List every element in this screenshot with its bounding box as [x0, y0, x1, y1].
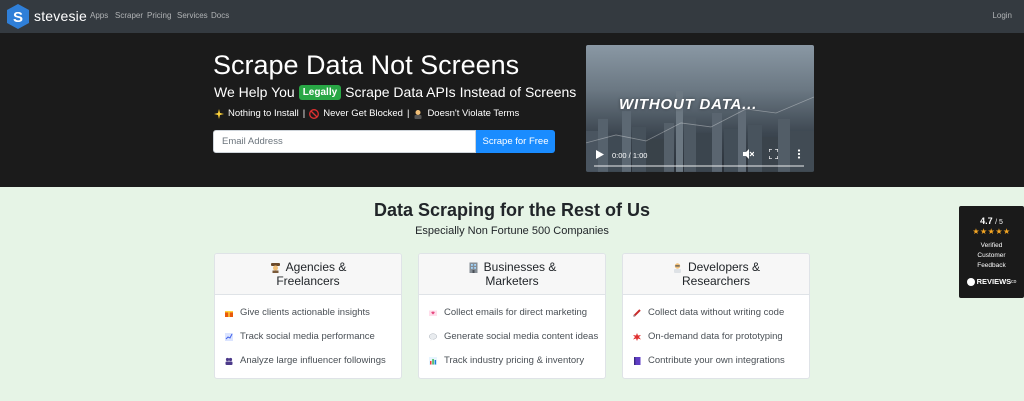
video-time: 0:00 / 1:00 [612, 151, 648, 160]
list-item: Analyze large influencer followings [225, 355, 386, 366]
card-businesses: Businesses & Marketers Collect emails fo… [418, 253, 606, 379]
navbar: S stevesie Apps Scraper Pricing Services… [0, 0, 1024, 33]
video-overlay-text: WITHOUT DATA... [619, 96, 758, 113]
judge-icon [414, 109, 422, 119]
reviews-widget[interactable]: 4.7 / 5 ★★★★★ Verified Customer Feedback… [959, 206, 1024, 298]
list-item: Collect data without writing code [633, 307, 784, 318]
office-building-icon [469, 262, 478, 273]
hero-subtitle-before: We Help You [214, 84, 295, 100]
legally-badge: Legally [298, 84, 342, 100]
nav-link-scraper[interactable]: Scraper [115, 11, 143, 20]
card-header-line1: Agencies & [285, 260, 347, 274]
card-header: Agencies & Freelancers [215, 254, 401, 295]
fullscreen-icon[interactable] [769, 149, 778, 159]
list-item-text: On-demand data for prototyping [648, 331, 783, 342]
nav-link-pricing[interactable]: Pricing [147, 11, 171, 20]
list-item: Collect emails for direct marketing [429, 307, 587, 318]
verified-line1: Verified [980, 242, 1003, 249]
brand-name[interactable]: stevesie [34, 8, 87, 24]
card-header-line2: Marketers [485, 274, 539, 288]
syringe-icon [633, 308, 641, 317]
notebook-icon [634, 356, 641, 365]
feature-separator: | [406, 108, 410, 119]
stevesie-logo-icon[interactable]: S [7, 4, 29, 29]
hero-subtitle: We Help You Legally Scrape Data APIs Ins… [214, 84, 576, 100]
reviews-logo-icon [966, 277, 975, 286]
list-item-text: Track social media performance [240, 331, 375, 342]
list-item-text: Collect emails for direct marketing [444, 307, 588, 318]
feature-nothing-to-install: Nothing to Install [228, 108, 299, 119]
video-progress-bar[interactable] [594, 165, 804, 167]
detective-icon [270, 262, 280, 273]
hero-title: Scrape Data Not Screens [213, 50, 520, 80]
list-item: On-demand data for prototyping [633, 331, 783, 342]
hero-subtitle-after: Scrape Data APIs Instead of Screens [345, 84, 577, 100]
svg-text:S: S [13, 9, 23, 26]
card-header-line1: Developers & [687, 260, 761, 274]
rating-out-of: / 5 [995, 219, 1003, 226]
feature-separator: | [302, 108, 306, 119]
section-subtitle: Especially Non Fortune 500 Companies [415, 225, 609, 237]
explosion-icon [633, 332, 641, 341]
chart-up-icon [225, 332, 233, 341]
list-item: Generate social media content ideas [429, 331, 598, 342]
card-header: Developers & Researchers [623, 254, 809, 295]
list-item-text: Track industry pricing & inventory [444, 355, 585, 366]
nav-link-docs[interactable]: Docs [211, 11, 229, 20]
reviews-brand: REVIEWS [976, 277, 1012, 286]
video-controls: 0:00 / 1:00 [586, 142, 814, 172]
hero: Scrape Data Not Screens We Help You Lega… [0, 33, 1024, 187]
scrape-for-free-button[interactable]: Scrape for Free [476, 130, 555, 153]
promo-video[interactable]: WITHOUT DATA... 0:00 / 1:00 [586, 45, 814, 172]
feature-never-get-blocked: Never Get Blocked [323, 108, 403, 119]
nav-link-services[interactable]: Services [177, 11, 208, 20]
rating-stars: ★★★★★ [972, 227, 1011, 236]
reviews-co-logo: REVIEWS co [959, 277, 1024, 286]
card-header-line2: Freelancers [276, 274, 340, 288]
nav-link-apps[interactable]: Apps [90, 11, 108, 20]
people-icon [225, 357, 233, 365]
list-item-text: Collect data without writing code [648, 307, 785, 318]
list-item-text: Generate social media content ideas [444, 331, 599, 342]
speech-bubble-icon [429, 332, 437, 341]
list-item: Contribute your own integrations [633, 355, 785, 366]
sparkles-icon [214, 108, 224, 119]
no-entry-icon [309, 108, 320, 119]
list-item-text: Give clients actionable insights [240, 307, 370, 318]
card-developers: Developers & Researchers Collect data wi… [622, 253, 810, 379]
verified-feedback-label: Verified Customer Feedback [959, 241, 1024, 271]
mute-icon[interactable] [743, 149, 754, 159]
feature-list: Nothing to Install | Never Get Blocked |… [214, 108, 519, 119]
reviews-brand-suffix: co [1011, 278, 1017, 285]
play-icon[interactable] [596, 150, 604, 159]
card-header-line2: Researchers [681, 274, 751, 288]
list-item: Give clients actionable insights [225, 307, 370, 318]
rating-value: 4.7 [980, 216, 993, 226]
feature-doesnt-violate-terms: Doesn't Violate Terms [427, 108, 520, 119]
list-item: Track social media performance [225, 331, 375, 342]
verified-line2: Customer [977, 252, 1006, 259]
list-item: Track industry pricing & inventory [429, 355, 584, 366]
bar-chart-icon [429, 356, 437, 365]
card-header: Businesses & Marketers [419, 254, 605, 295]
love-letter-icon [429, 310, 437, 316]
scientist-icon [673, 262, 681, 273]
gift-icon [225, 310, 233, 317]
list-item-text: Contribute your own integrations [648, 355, 785, 366]
more-options-icon[interactable] [797, 149, 801, 159]
list-item-text: Analyze large influencer followings [240, 355, 386, 366]
login-link[interactable]: Login [992, 11, 1012, 20]
email-input[interactable] [213, 130, 476, 153]
verified-line3: Feedback [977, 262, 1006, 269]
section-title: Data Scraping for the Rest of Us [373, 200, 651, 220]
card-agencies: Agencies & Freelancers Give clients acti… [214, 253, 402, 379]
card-header-line1: Businesses & [483, 260, 557, 274]
review-rating: 4.7 / 5 [959, 216, 1024, 226]
